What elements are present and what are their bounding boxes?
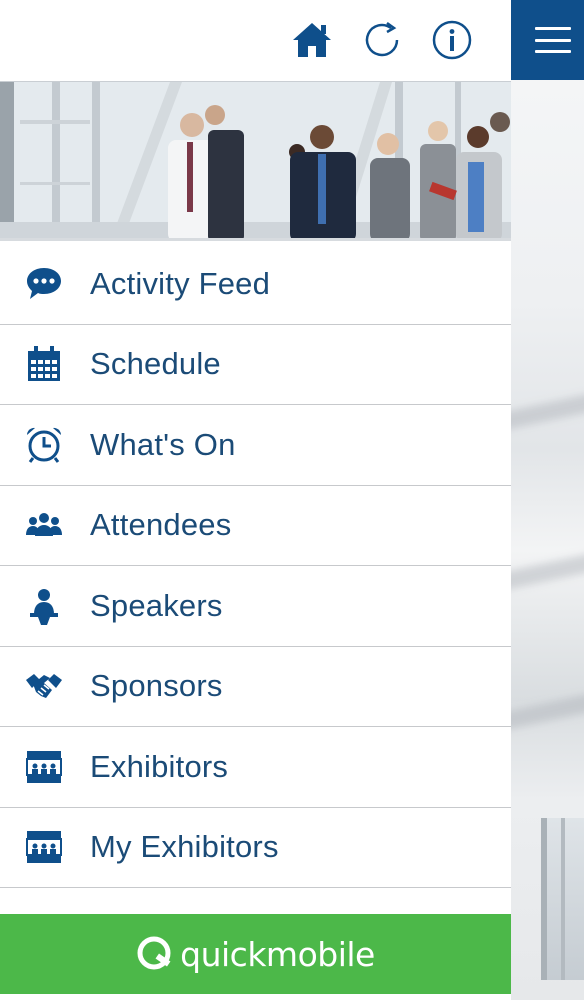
menu-item-activity-feed[interactable]: Activity Feed <box>0 244 511 325</box>
menu-item-attendees[interactable]: Attendees <box>0 486 511 566</box>
menu-item-exhibitors[interactable]: Exhibitors <box>0 727 511 808</box>
business-people-photo <box>0 82 511 238</box>
group-icon <box>0 486 90 566</box>
drawer-toolbar <box>0 0 511 80</box>
menu-item-speakers[interactable]: Speakers <box>0 566 511 647</box>
speaker-icon <box>0 566 90 646</box>
menu-item-label: Exhibitors <box>90 748 229 784</box>
background-streak <box>511 385 584 433</box>
menu-item-label: Speakers <box>90 587 223 623</box>
hamburger-menu-icon[interactable] <box>534 27 571 53</box>
handshake-icon <box>0 647 90 727</box>
brand-name: quickmobile <box>180 934 375 974</box>
menu-item-label: What's On <box>90 426 236 462</box>
menu-item-label: My Exhibitors <box>90 829 279 865</box>
background-content <box>511 0 584 1000</box>
menu-item-whats-on[interactable]: What's On <box>0 405 511 486</box>
booth-icon <box>0 727 90 807</box>
home-icon[interactable] <box>291 19 333 61</box>
alarm-clock-icon <box>0 405 90 485</box>
menu-item-label: Sponsors <box>90 668 223 704</box>
quickmobile-footer[interactable]: quickmobile <box>0 914 511 994</box>
menu-item-sponsors[interactable]: Sponsors <box>0 647 511 727</box>
menu-item-my-exhibitors[interactable]: My Exhibitors <box>0 808 511 888</box>
menu-item-label: Schedule <box>90 346 221 382</box>
info-icon[interactable] <box>431 19 473 61</box>
menu-item-label: Attendees <box>90 507 232 543</box>
navigation-drawer: Activity Feed Schedule What's On Attende… <box>0 0 511 1000</box>
menu-item-schedule[interactable]: Schedule <box>0 325 511 405</box>
booth-icon <box>0 808 90 888</box>
background-streak <box>511 685 584 733</box>
background-image <box>541 818 584 980</box>
calendar-icon <box>0 325 90 405</box>
hero-image <box>0 81 511 241</box>
quickmobile-logo-icon <box>137 936 171 970</box>
refresh-icon[interactable] <box>361 19 403 61</box>
menu-item-label: Activity Feed <box>90 265 271 301</box>
background-streak <box>511 545 584 593</box>
navigation-menu: Activity Feed Schedule What's On Attende… <box>0 244 511 888</box>
speech-bubble-icon <box>0 244 90 324</box>
main-header <box>511 0 584 80</box>
